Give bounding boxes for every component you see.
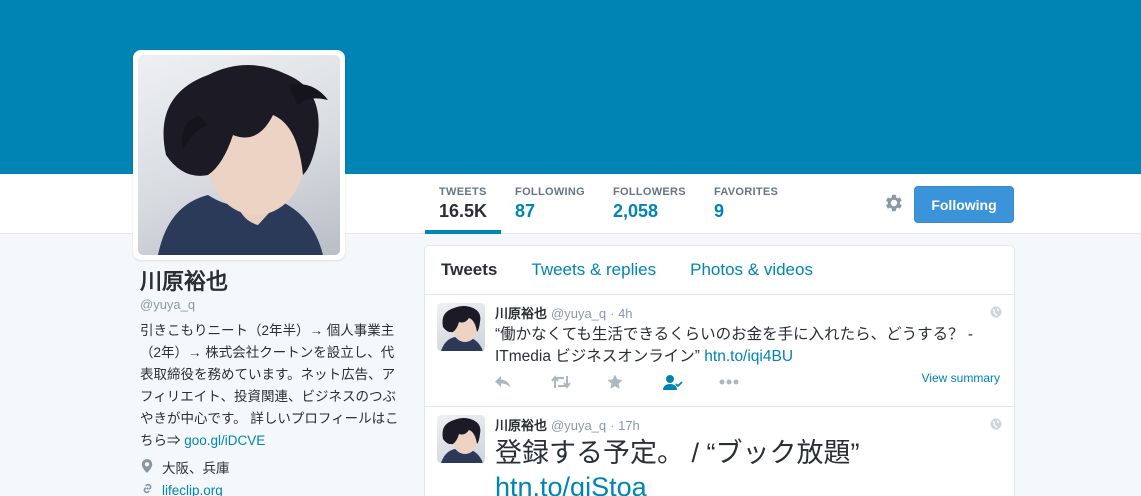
tweet-header: 川原裕也 @yuya_q · 17h xyxy=(495,415,1000,434)
profile-handle[interactable]: @yuya_q xyxy=(140,297,410,312)
globe-icon xyxy=(990,305,1002,318)
location-pin-icon xyxy=(140,458,154,480)
stat-tweets[interactable]: TWEETS 16.5K xyxy=(425,174,502,234)
favorite-star-icon[interactable] xyxy=(607,373,663,391)
tweet-text: “働かなくても生活できるくらいのお金を手に入れたら、どうする？ - ITmedi… xyxy=(495,324,1000,368)
stat-value: 16.5K xyxy=(439,201,488,221)
more-options-icon[interactable] xyxy=(719,373,775,391)
tweet-actions xyxy=(495,373,775,391)
website-link[interactable]: lifeclip.org xyxy=(162,480,223,496)
stat-favorites[interactable]: FAVORITES 9 xyxy=(700,174,792,234)
tab-photos-videos[interactable]: Photos & videos xyxy=(690,260,813,280)
tweet-timestamp[interactable]: · 4h xyxy=(610,306,632,321)
stat-following[interactable]: FOLLOWING 87 xyxy=(501,174,599,234)
tab-tweets-replies[interactable]: Tweets & replies xyxy=(531,260,656,280)
profile-card: 川原裕也 @yuya_q 引きこもりニート（2年半）→ 個人事業主（2年）→ 株… xyxy=(140,268,410,496)
tweet-body: 川原裕也 @yuya_q · 17h 登録する予定。 / “ブック放題” htn… xyxy=(495,415,1000,496)
tweet[interactable]: 川原裕也 @yuya_q · 17h 登録する予定。 / “ブック放題” htn… xyxy=(425,407,1014,496)
tweet-link[interactable]: htn.to/giStoa xyxy=(495,472,647,496)
tweet-timestamp[interactable]: · 17h xyxy=(610,418,640,433)
tweet-author-name[interactable]: 川原裕也 xyxy=(495,415,547,434)
profile-bio: 引きこもりニート（2年半）→ 個人事業主（2年）→ 株式会社クートンを設立し、代… xyxy=(140,320,402,452)
tweet-author-handle[interactable]: @yuya_q xyxy=(551,306,606,321)
timeline-tabs: Tweets Tweets & replies Photos & videos xyxy=(425,246,1014,295)
tweet-body: 川原裕也 @yuya_q · 4h “働かなくても生活できるくらいのお金を手に入… xyxy=(495,303,1000,368)
view-summary-link[interactable]: View summary xyxy=(922,371,1000,385)
stat-value: 87 xyxy=(515,201,536,221)
tweet-author-name[interactable]: 川原裕也 xyxy=(495,303,547,322)
bio-link[interactable]: goo.gl/iDCVE xyxy=(184,433,265,448)
stat-label: FAVORITES xyxy=(713,186,779,198)
profile-avatar[interactable] xyxy=(133,50,345,260)
globe-icon xyxy=(990,417,1002,430)
profile-location: 大阪、兵庫 xyxy=(140,458,410,480)
profile-meta: 大阪、兵庫 lifeclip.org xyxy=(140,458,410,496)
reply-icon[interactable] xyxy=(495,373,551,391)
tweet-author-handle[interactable]: @yuya_q xyxy=(551,418,606,433)
gear-icon[interactable] xyxy=(882,192,904,214)
retweet-icon[interactable] xyxy=(551,373,607,391)
stat-label: FOLLOWERS xyxy=(612,186,686,198)
stat-label: FOLLOWING xyxy=(515,186,585,198)
stat-value: 2,058 xyxy=(612,201,659,221)
location-text: 大阪、兵庫 xyxy=(162,461,230,476)
timeline: Tweets Tweets & replies Photos & videos … xyxy=(424,245,1015,496)
stat-label: TWEETS xyxy=(439,186,487,198)
tweet-header: 川原裕也 @yuya_q · 4h xyxy=(495,303,1000,322)
following-button[interactable]: Following xyxy=(914,186,1014,223)
tweet-avatar[interactable] xyxy=(437,303,485,351)
profile-website: lifeclip.org xyxy=(140,480,410,496)
profile-stats: TWEETS 16.5K FOLLOWING 87 FOLLOWERS 2,05… xyxy=(425,174,792,234)
tab-tweets[interactable]: Tweets xyxy=(441,260,497,280)
tweet-text-body: 登録する予定。 / “ブック放題” xyxy=(495,438,860,468)
tweet-text: 登録する予定。 / “ブック放題” htn.to/giStoa xyxy=(495,436,1000,496)
profile-name[interactable]: 川原裕也 xyxy=(140,268,410,296)
avatar-image xyxy=(138,55,340,255)
stat-followers[interactable]: FOLLOWERS 2,058 xyxy=(599,174,700,234)
stat-value: 9 xyxy=(713,201,724,221)
tweet[interactable]: 川原裕也 @yuya_q · 4h “働かなくても生活できるくらいのお金を手に入… xyxy=(425,295,1014,407)
tweet-avatar[interactable] xyxy=(437,415,485,463)
bio-text: 引きこもりニート（2年半）→ 個人事業主（2年）→ 株式会社クートンを設立し、代… xyxy=(140,323,399,448)
tweet-link[interactable]: htn.to/iqi4BU xyxy=(704,348,793,365)
follow-user-icon[interactable] xyxy=(663,373,719,391)
link-icon xyxy=(140,480,154,496)
